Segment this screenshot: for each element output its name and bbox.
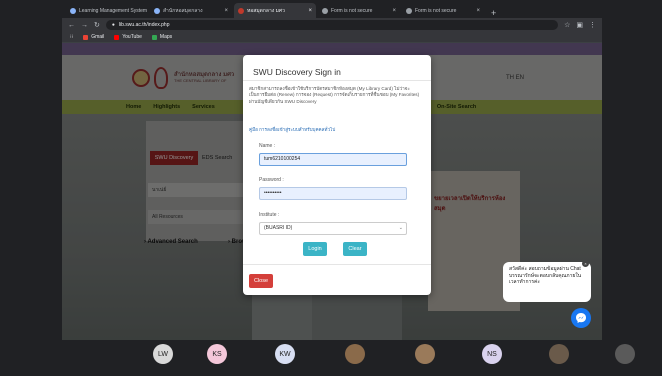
tab-label: หอสมุดกลาง มศว — [247, 7, 285, 14]
clear-button[interactable]: Clear — [343, 242, 367, 256]
login-button[interactable]: Login — [303, 242, 327, 256]
meeting-window: Learning Management System× สำนักหอสมุดก… — [0, 0, 662, 376]
browser-tab[interactable]: Learning Management System× — [66, 3, 148, 18]
avatar — [345, 344, 365, 364]
sign-in-modal: SWU Discovery Sign in สมาชิกสามารถลงชื่อ… — [243, 55, 431, 295]
chevron-down-icon: ⌄ — [398, 225, 403, 231]
close-tab-icon[interactable]: × — [392, 8, 396, 14]
name-label: Name : — [259, 143, 276, 149]
browser-tab[interactable]: Form is not secure × — [402, 3, 484, 18]
tab-favicon-icon — [70, 7, 76, 14]
extensions-icon[interactable]: ▣ — [576, 21, 583, 29]
participant-tile[interactable] — [524, 341, 596, 376]
participant-tile[interactable]: NS — [457, 341, 529, 376]
avatar — [549, 344, 569, 364]
address-bar: ← → ↻ ● lib.swu.ac.th/index.php ☆ ▣ ⋮ — [62, 18, 602, 32]
tab-favicon-icon — [322, 7, 328, 14]
bookmark-gmail[interactable]: Gmail — [83, 34, 104, 40]
gmail-icon — [83, 34, 89, 40]
modal-title: SWU Discovery Sign in — [253, 67, 341, 77]
avatar: KW — [275, 344, 295, 364]
close-icon[interactable]: × — [582, 260, 589, 267]
institute-label: Institute : — [259, 212, 280, 218]
bookmark-label: Gmail — [91, 34, 105, 40]
messenger-icon — [576, 313, 586, 323]
close-tab-icon[interactable]: × — [308, 8, 312, 14]
bookmark-label: Maps — [159, 34, 173, 40]
avatar: KS — [207, 344, 227, 364]
chat-popup[interactable]: สวัสดีค่ะ สอบถามข้อมูลผ่าน Chat บรรณารัก… — [503, 260, 591, 302]
tab-favicon-icon — [238, 7, 244, 14]
tab-label: สำนักหอสมุดกลาง — [163, 7, 203, 14]
avatar: LW — [153, 344, 173, 364]
bookmark-youtube[interactable]: YouTube — [114, 34, 142, 40]
tab-label: Learning Management System — [79, 7, 148, 14]
close-button[interactable]: Close — [249, 274, 273, 288]
participant-tile[interactable]: KW — [250, 341, 322, 376]
avatar — [415, 344, 435, 364]
browser-tab[interactable]: Form is not secure × — [318, 3, 400, 18]
url-text: lib.swu.ac.th/index.php — [118, 22, 170, 28]
youtube-icon — [114, 34, 120, 40]
avatar — [615, 344, 635, 364]
modal-description: สมาชิกสามารถลงชื่อเข้าใช้บริการบัตรสมาชิ… — [249, 86, 420, 104]
reload-icon[interactable]: ↻ — [94, 21, 100, 29]
tab-favicon-icon — [406, 7, 412, 14]
forward-icon[interactable]: → — [81, 22, 88, 29]
bookmark-maps[interactable]: Maps — [151, 34, 173, 40]
close-tab-icon[interactable]: × — [224, 8, 228, 14]
new-tab-button[interactable]: + — [486, 8, 501, 18]
password-label: Password : — [259, 177, 284, 183]
apps-icon[interactable]: ⁝⁝ — [70, 34, 73, 40]
participant-tile[interactable] — [590, 341, 662, 376]
participant-tile[interactable] — [390, 341, 462, 376]
bookmark-label: YouTube — [122, 34, 142, 40]
participant-tile[interactable] — [320, 341, 392, 376]
browser-tab-active[interactable]: หอสมุดกลาง มศว × — [234, 3, 316, 18]
divider — [243, 264, 431, 265]
participant-tile[interactable]: KS — [182, 341, 254, 376]
divider — [243, 80, 431, 81]
name-field[interactable]: tum6210100254 — [259, 153, 407, 166]
help-link[interactable]: คู่มือ การลงชื่อเข้าสู่ระบบสำหรับบุคคลทั… — [249, 127, 335, 134]
close-tab-icon[interactable]: × — [476, 8, 480, 14]
tab-label: Form is not secure — [331, 7, 373, 14]
back-icon[interactable]: ← — [68, 22, 75, 29]
tab-favicon-icon — [154, 7, 160, 14]
browser-tab[interactable]: สำนักหอสมุดกลาง × — [150, 3, 232, 18]
avatar: NS — [482, 344, 502, 364]
menu-icon[interactable]: ⋮ — [589, 21, 596, 29]
bookmarks-bar: ⁝⁝ Gmail YouTube Maps — [62, 32, 602, 43]
bookmark-star-icon[interactable]: ☆ — [564, 21, 570, 29]
maps-icon — [151, 34, 157, 40]
messenger-button[interactable] — [571, 308, 591, 328]
password-field[interactable]: •••••••••• — [259, 187, 407, 200]
lock-icon: ● — [111, 22, 115, 28]
institute-value: (BUASRI ID) — [264, 225, 293, 231]
tab-label: Form is not secure — [415, 7, 457, 14]
url-field[interactable]: ● lib.swu.ac.th/index.php — [105, 20, 559, 30]
participants-strip: LW KS KW NS — [0, 341, 662, 376]
institute-select[interactable]: (BUASRI ID) ⌄ — [259, 222, 407, 235]
browser-tab-bar: Learning Management System× สำนักหอสมุดก… — [62, 0, 602, 18]
chat-message: สวัสดีค่ะ สอบถามข้อมูลผ่าน Chat บรรณารัก… — [509, 266, 582, 285]
